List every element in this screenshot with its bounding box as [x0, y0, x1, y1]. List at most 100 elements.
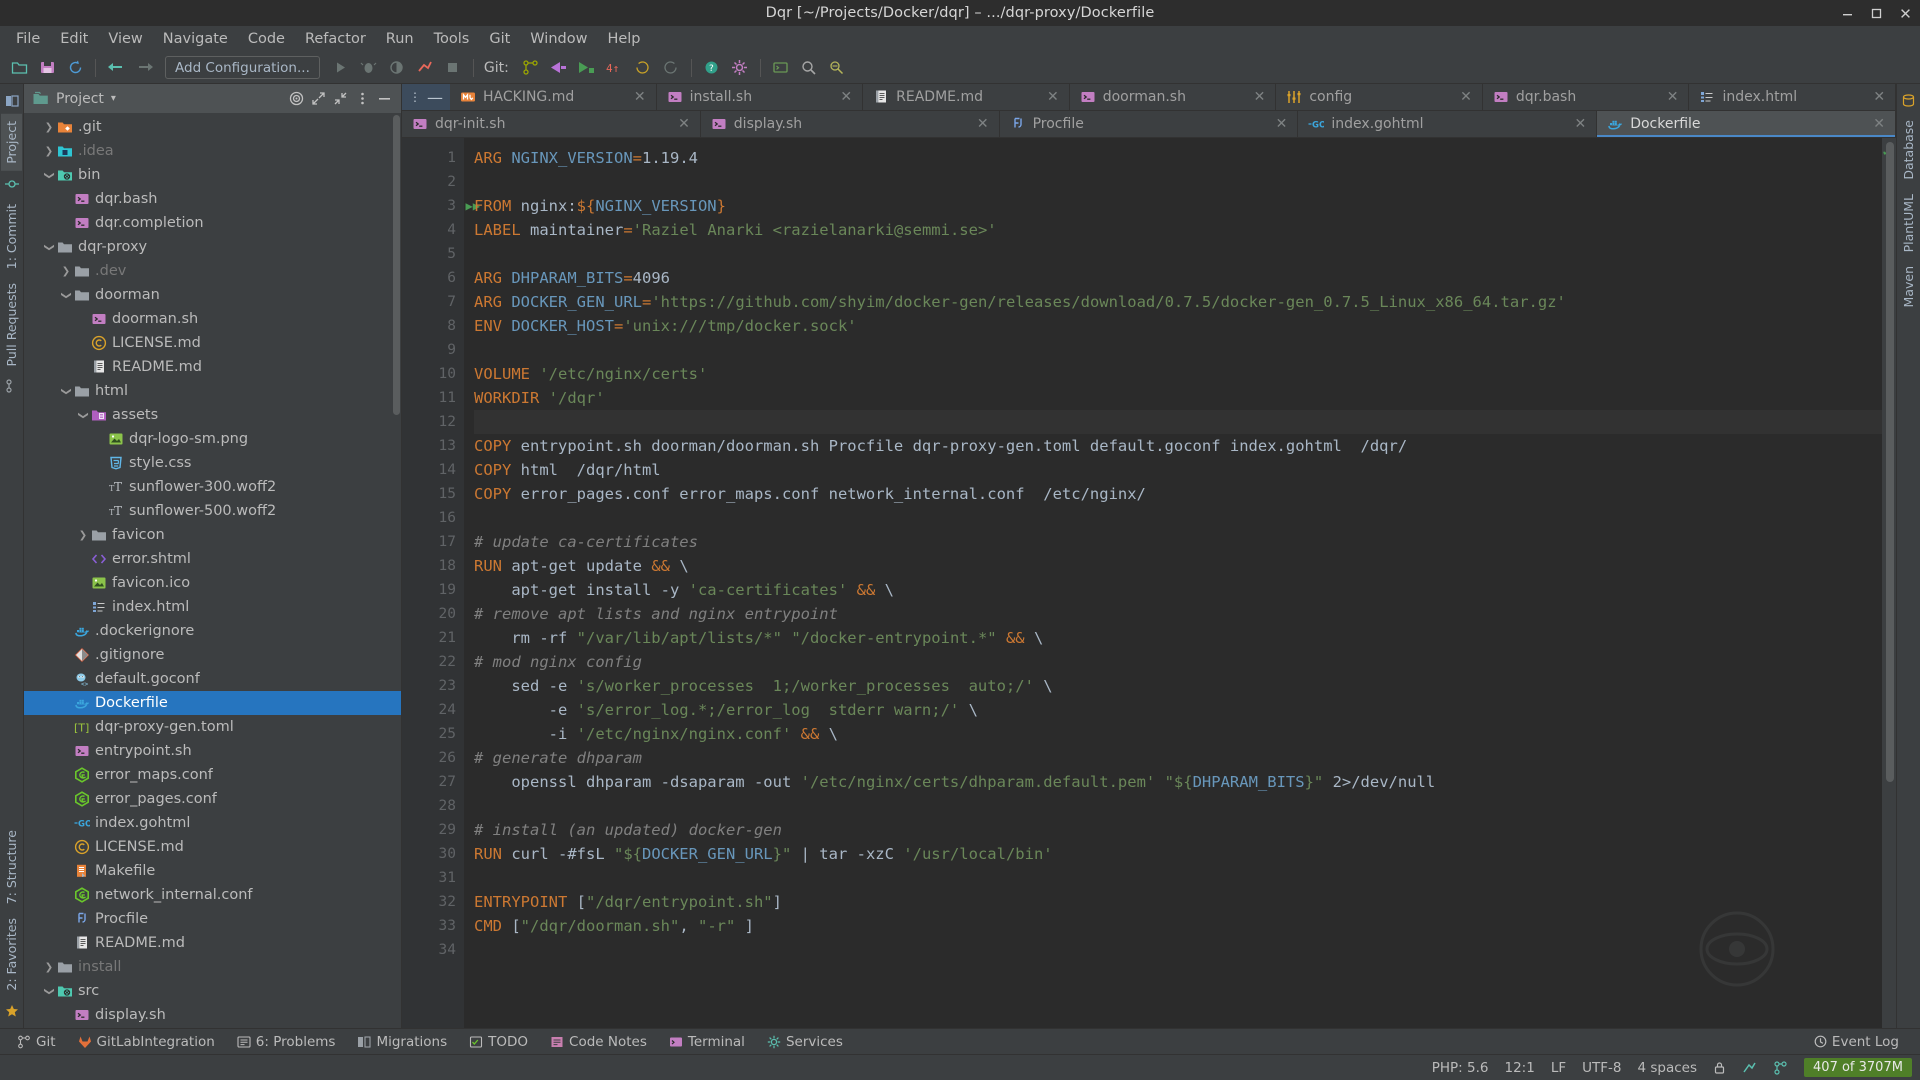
right-rail-tab-database[interactable]: Database: [1898, 113, 1919, 187]
chevron-down-icon[interactable]: ❯: [44, 240, 55, 254]
chevron-right-icon[interactable]: ❯: [42, 122, 56, 133]
code-line[interactable]: sed -e 's/worker_processes 1;/worker_pro…: [474, 674, 1882, 698]
line-number[interactable]: 7: [402, 290, 464, 314]
tree-item-doorman-sh[interactable]: doorman.sh: [24, 307, 401, 331]
maximize-window-button[interactable]: [1870, 7, 1883, 20]
code-line[interactable]: [474, 866, 1882, 890]
line-number[interactable]: 11: [402, 386, 464, 410]
tree-item-index-html[interactable]: index.html: [24, 595, 401, 619]
right-rail-tab-maven[interactable]: Maven: [1898, 259, 1919, 314]
push-icon[interactable]: 4↑: [602, 55, 628, 81]
run-icon[interactable]: [328, 55, 354, 81]
save-all-icon[interactable]: [34, 55, 60, 81]
tree-item-dqr-proxy-gen-toml[interactable]: [T]dqr-proxy-gen.toml: [24, 715, 401, 739]
line-number[interactable]: 14: [402, 458, 464, 482]
line-number[interactable]: 22: [402, 650, 464, 674]
line-number[interactable]: 5: [402, 242, 464, 266]
chevron-down-icon[interactable]: ▾: [111, 93, 116, 104]
terminal-toolbar-icon[interactable]: [768, 55, 794, 81]
tree-item-sunflower-300-woff2[interactable]: TTsunflower-300.woff2: [24, 475, 401, 499]
line-number[interactable]: 18: [402, 554, 464, 578]
close-icon[interactable]: ✕: [634, 89, 646, 105]
menu-run[interactable]: Run: [376, 29, 424, 49]
left-rail-tab-structure[interactable]: 7: Structure: [1, 823, 22, 911]
favorites-star-icon[interactable]: [5, 998, 19, 1024]
coverage-icon[interactable]: [384, 55, 410, 81]
line-number[interactable]: 30: [402, 842, 464, 866]
close-icon[interactable]: ✕: [1047, 89, 1059, 105]
line-number[interactable]: 9: [402, 338, 464, 362]
settings-icon[interactable]: [727, 55, 753, 81]
code-line[interactable]: # generate dhparam: [474, 746, 1882, 770]
tree-item-sunflower-500-woff2[interactable]: TTsunflower-500.woff2: [24, 499, 401, 523]
editor-tab-hacking-md[interactable]: HACKING.md✕: [450, 84, 657, 110]
back-arrow-icon[interactable]: [103, 55, 129, 81]
code-line[interactable]: ARG NGINX_VERSION=1.19.4: [474, 146, 1882, 170]
chevron-down-icon[interactable]: ❯: [61, 384, 72, 398]
editor-tab-index-gohtml[interactable]: GOindex.gohtml✕: [1298, 111, 1597, 137]
menu-git[interactable]: Git: [479, 29, 520, 49]
tree-item-dqr-logo-sm-png[interactable]: dqr-logo-sm.png: [24, 427, 401, 451]
line-number[interactable]: 20: [402, 602, 464, 626]
tree-item--gitignore[interactable]: .gitignore: [24, 643, 401, 667]
line-number[interactable]: 31: [402, 866, 464, 890]
line-number[interactable]: 21: [402, 626, 464, 650]
menu-navigate[interactable]: Navigate: [153, 29, 238, 49]
branch-status-icon[interactable]: [1773, 1061, 1788, 1075]
editor-tab-index-html[interactable]: index.html✕: [1689, 84, 1896, 110]
line-number[interactable]: 15: [402, 482, 464, 506]
code-line[interactable]: COPY error_pages.conf error_maps.conf ne…: [474, 482, 1882, 506]
code-line[interactable]: rm -rf "/var/lib/apt/lists/*" "/docker-e…: [474, 626, 1882, 650]
editor-tab-readme-md[interactable]: README.md✕: [863, 84, 1070, 110]
debug-icon[interactable]: [356, 55, 382, 81]
tool-window-terminal[interactable]: Terminal: [658, 1032, 756, 1052]
editor-tab-doorman-sh[interactable]: doorman.sh✕: [1070, 84, 1277, 110]
status-caret-position[interactable]: 12:1: [1504, 1060, 1534, 1076]
tree-item-display-sh[interactable]: display.sh: [24, 1003, 401, 1027]
tree-item-default-goconf[interactable]: <>default.goconf: [24, 667, 401, 691]
tool-window-6-problems[interactable]: 6: Problems: [226, 1032, 347, 1052]
code-line[interactable]: CMD ["/dqr/doorman.sh", "-r" ]: [474, 914, 1882, 938]
rollback-icon[interactable]: [658, 55, 684, 81]
tree-item--dev[interactable]: ❯.dev: [24, 259, 401, 283]
editor-options-icon[interactable]: ⋮: [409, 94, 421, 100]
code-line[interactable]: [474, 410, 1882, 434]
locate-file-icon[interactable]: [285, 88, 307, 110]
close-icon[interactable]: ✕: [840, 89, 852, 105]
tree-item-dqr-completion[interactable]: dqr.completion: [24, 211, 401, 235]
line-number[interactable]: 16: [402, 506, 464, 530]
forward-arrow-icon[interactable]: [131, 55, 157, 81]
collapse-all-icon[interactable]: [329, 88, 351, 110]
close-icon[interactable]: ✕: [1873, 116, 1885, 132]
left-rail-tab-pull-requests[interactable]: Pull Requests: [1, 276, 22, 373]
menu-code[interactable]: Code: [238, 29, 295, 49]
tree-item-error-pages-conf[interactable]: error_pages.conf: [24, 787, 401, 811]
tree-item-bin[interactable]: ❯bin: [24, 163, 401, 187]
memory-indicator[interactable]: 407 of 3707M: [1804, 1058, 1912, 1077]
tree-item-install[interactable]: ❯install: [24, 955, 401, 979]
tree-item--git[interactable]: ❯.git: [24, 115, 401, 139]
code-line[interactable]: LABEL maintainer='Raziel Anarki <raziela…: [474, 218, 1882, 242]
tree-item-style-css[interactable]: style.css: [24, 451, 401, 475]
line-number[interactable]: 28: [402, 794, 464, 818]
commit-icon[interactable]: [574, 55, 600, 81]
event-log-button[interactable]: Event Log: [1803, 1032, 1910, 1052]
code-line[interactable]: -e 's/error_log.*;/error_log stderr warn…: [474, 698, 1882, 722]
close-icon[interactable]: ✕: [1574, 116, 1586, 132]
branch-icon[interactable]: [518, 55, 544, 81]
tree-item-doorman[interactable]: ❯doorman: [24, 283, 401, 307]
close-window-button[interactable]: [1899, 7, 1912, 20]
code-line[interactable]: # remove apt lists and nginx entrypoint: [474, 602, 1882, 626]
line-number[interactable]: 19: [402, 578, 464, 602]
pull-request-icon[interactable]: [5, 373, 19, 399]
line-number[interactable]: 33: [402, 914, 464, 938]
tree-item-src[interactable]: ❯src: [24, 979, 401, 1003]
code-line[interactable]: [474, 338, 1882, 362]
status-encoding[interactable]: UTF-8: [1582, 1060, 1621, 1076]
code-line[interactable]: -i '/etc/nginx/nginx.conf' && \: [474, 722, 1882, 746]
tree-item-dqr-proxy[interactable]: ❯dqr-proxy: [24, 235, 401, 259]
tree-item-network-internal-conf[interactable]: network_internal.conf: [24, 883, 401, 907]
commit-rail-icon[interactable]: [5, 171, 19, 197]
menu-file[interactable]: File: [6, 29, 50, 49]
code-line[interactable]: RUN apt-get update && \: [474, 554, 1882, 578]
